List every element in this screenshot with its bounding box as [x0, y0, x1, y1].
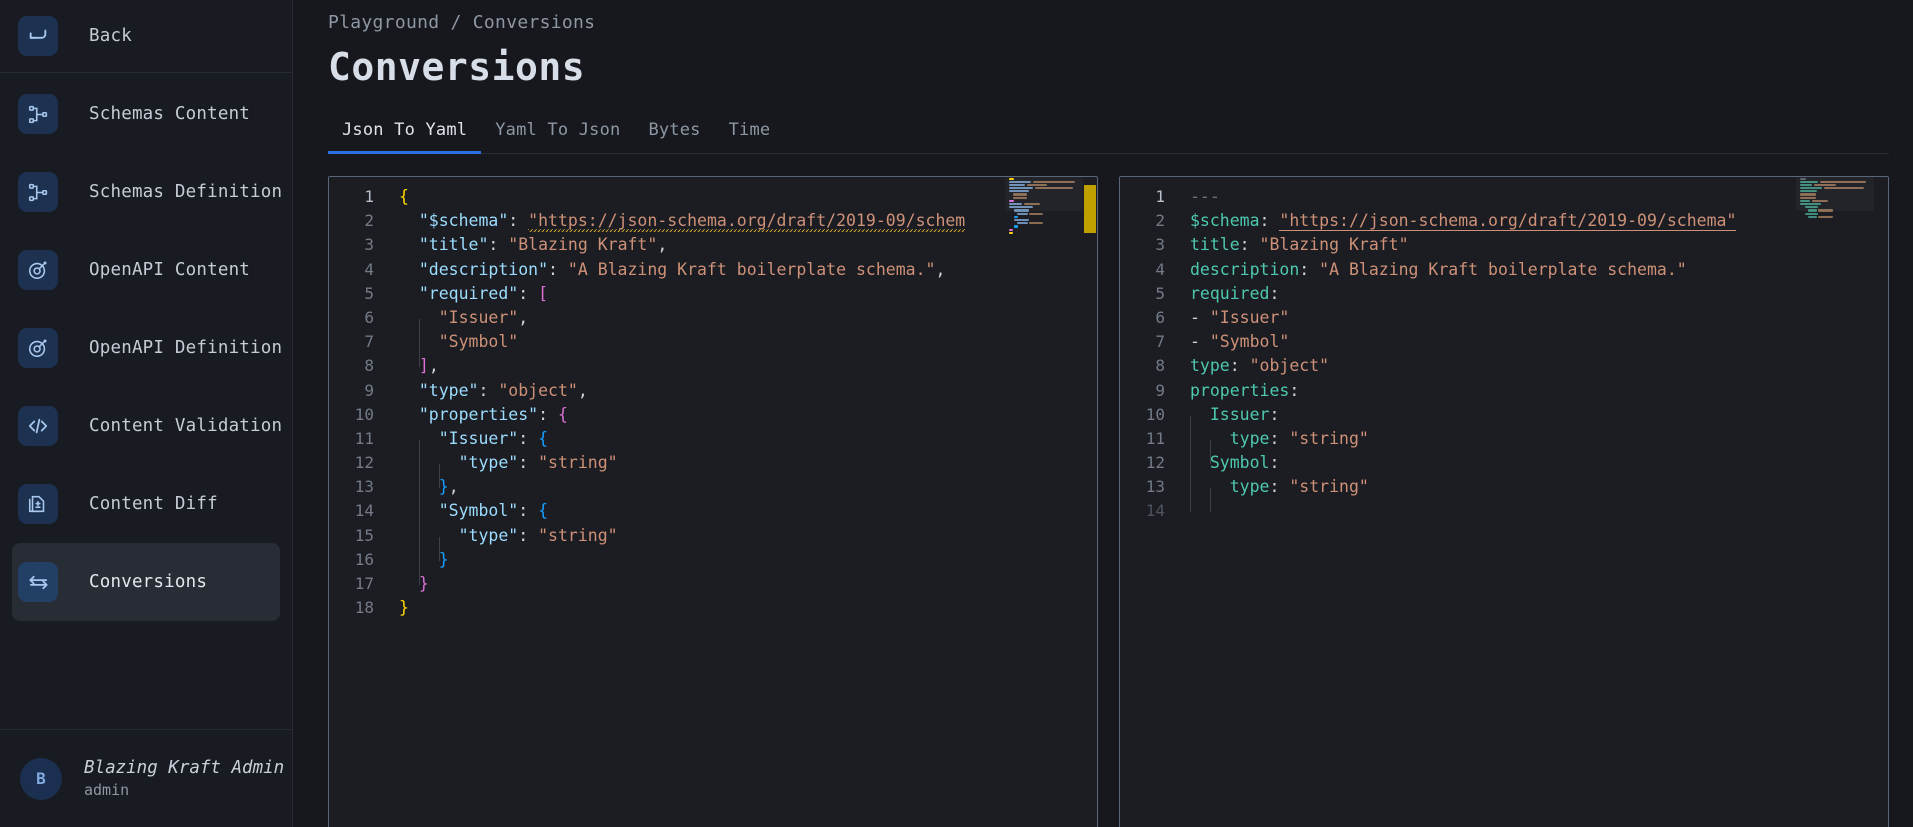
code-line: ---	[1190, 187, 1220, 206]
sidebar-item-label: Schemas Definition	[89, 182, 283, 202]
code-line: "type": "string"	[418, 453, 618, 489]
code-line: description: "A Blazing Kraft boilerplat…	[1190, 259, 1687, 279]
tab-yaml-to-json[interactable]: Yaml To Json	[481, 120, 634, 154]
yaml-output-editor[interactable]: 1234 5678 9 10 11 12 13 14 --- $schema: "htt…	[1119, 176, 1889, 827]
code-line: },	[418, 477, 459, 513]
sidebar-item-conversions[interactable]: Conversions	[12, 543, 280, 621]
code-line: type: "object"	[1190, 356, 1330, 376]
sidebar-item-schemas-definition[interactable]: Schemas Definition	[12, 153, 283, 231]
sidebar-item-label: Content Diff	[89, 494, 218, 514]
code-line: properties:	[1190, 380, 1300, 400]
code-line: }	[399, 598, 409, 618]
json-line-numbers: 1234 5678 9 10 11 12 13 14 15 16 17 18	[329, 177, 385, 827]
json-code-text[interactable]: { "$schema": "https://json-schema.org/dr…	[385, 177, 1005, 827]
code-line: type: "string"	[1190, 477, 1369, 513]
code-line: {	[399, 187, 409, 206]
openapi-icon	[18, 328, 58, 368]
user-name: Blazing Kraft Admin	[84, 757, 285, 778]
sidebar: Back Schemas Content Schemas Definition …	[0, 0, 293, 827]
sidebar-item-label: OpenAPI Definition	[89, 338, 283, 358]
sidebar-item-label: Conversions	[89, 572, 208, 592]
user-text: Blazing Kraft Admin admin	[84, 757, 284, 801]
scrollbar-thumb[interactable]	[1084, 185, 1096, 233]
code-line: $schema: "https://json-schema.org/draft/…	[1190, 211, 1737, 232]
code-line: "title": "Blazing Kraft",	[418, 235, 668, 255]
code-line: "properties": {	[418, 404, 568, 424]
sidebar-item-label-back: Back	[89, 26, 132, 46]
code-line: "type": "string"	[418, 525, 618, 561]
app-root: Back Schemas Content Schemas Definition …	[0, 0, 1913, 827]
sidebar-item-content-validation[interactable]: Content Validation	[12, 387, 283, 465]
code-line: title: "Blazing Kraft"	[1190, 235, 1409, 255]
breadcrumb: Playground / Conversions	[328, 12, 596, 33]
yaml-line-numbers: 1234 5678 9 10 11 12 13 14	[1120, 177, 1176, 827]
code-line: required:	[1190, 283, 1280, 303]
sidebar-nav-list: Schemas Content Schemas Definition OpenA…	[0, 73, 292, 729]
user-profile[interactable]: B Blazing Kraft Admin admin	[0, 729, 292, 827]
code-line: Issuer:	[1190, 404, 1280, 440]
json-code-area[interactable]: 1234 5678 9 10 11 12 13 14 15 16 17 18 { "$sche…	[329, 177, 1005, 827]
code-line: "description": "A Blazing Kraft boilerpl…	[418, 259, 946, 279]
documents-diff-icon	[18, 484, 58, 524]
minimap-row	[1005, 231, 1083, 234]
yaml-code-text[interactable]: --- $schema: "https://json-schema.org/dr…	[1176, 177, 1796, 827]
code-line: "Symbol"	[418, 332, 519, 368]
code-line: Symbol:	[1190, 453, 1280, 489]
tab-json-to-yaml[interactable]: Json To Yaml	[328, 120, 482, 154]
swap-arrows-icon	[18, 562, 58, 602]
code-line: }	[418, 549, 449, 585]
yaml-code-area[interactable]: 1234 5678 9 10 11 12 13 14 --- $schema: "htt…	[1120, 177, 1796, 827]
tab-time[interactable]: Time	[715, 120, 785, 154]
json-input-editor[interactable]: 1234 5678 9 10 11 12 13 14 15 16 17 18 { "$sche…	[328, 176, 1098, 827]
schema-tree-icon	[18, 172, 58, 212]
sidebar-item-back[interactable]: Back	[0, 0, 292, 73]
minimap-row	[1796, 215, 1874, 218]
minimap-viewport-slider[interactable]	[1005, 177, 1083, 211]
sidebar-item-openapi-definition[interactable]: OpenAPI Definition	[12, 309, 283, 387]
code-line: }	[418, 574, 429, 593]
sidebar-item-label: OpenAPI Content	[89, 260, 251, 280]
tab-bytes[interactable]: Bytes	[634, 120, 714, 154]
json-minimap[interactable]	[1005, 177, 1083, 827]
main-content: Playground / Conversions Conversions Jso…	[293, 0, 1913, 827]
code-brackets-icon	[18, 406, 58, 446]
minimap-viewport-slider[interactable]	[1796, 177, 1874, 211]
yaml-vertical-scrollbar[interactable]	[1874, 177, 1888, 827]
yaml-minimap[interactable]	[1796, 177, 1874, 827]
user-role: admin	[84, 781, 130, 800]
avatar: B	[20, 757, 62, 800]
back-arrow-icon	[18, 16, 58, 56]
sidebar-item-label: Schemas Content	[89, 104, 251, 124]
code-line: - "Symbol"	[1190, 332, 1290, 352]
openapi-icon	[18, 250, 58, 290]
json-vertical-scrollbar[interactable]	[1083, 177, 1097, 827]
sidebar-item-content-diff[interactable]: Content Diff	[12, 465, 280, 543]
code-line: "Issuer": {	[418, 428, 549, 465]
code-line: "$schema": "https://json-schema.org/draf…	[418, 211, 966, 233]
sidebar-item-schemas-content[interactable]: Schemas Content	[12, 75, 280, 153]
code-line: "Symbol": {	[418, 501, 549, 537]
code-line: ],	[418, 356, 439, 376]
code-line: - "Issuer"	[1190, 307, 1290, 327]
sidebar-item-openapi-content[interactable]: OpenAPI Content	[12, 231, 280, 309]
sidebar-item-label: Content Validation	[89, 416, 283, 436]
code-line: "Issuer",	[418, 307, 529, 344]
code-line: type: "string"	[1190, 428, 1369, 465]
schema-tree-icon	[18, 94, 58, 134]
editors-row: 1234 5678 9 10 11 12 13 14 15 16 17 18 { "$sche…	[328, 176, 1889, 827]
page-title: Conversions	[328, 45, 586, 89]
code-line: "required": [	[418, 283, 549, 303]
code-line: "type": "object",	[418, 380, 588, 400]
tab-bar: Json To Yaml Yaml To Json Bytes Time	[328, 115, 1889, 154]
